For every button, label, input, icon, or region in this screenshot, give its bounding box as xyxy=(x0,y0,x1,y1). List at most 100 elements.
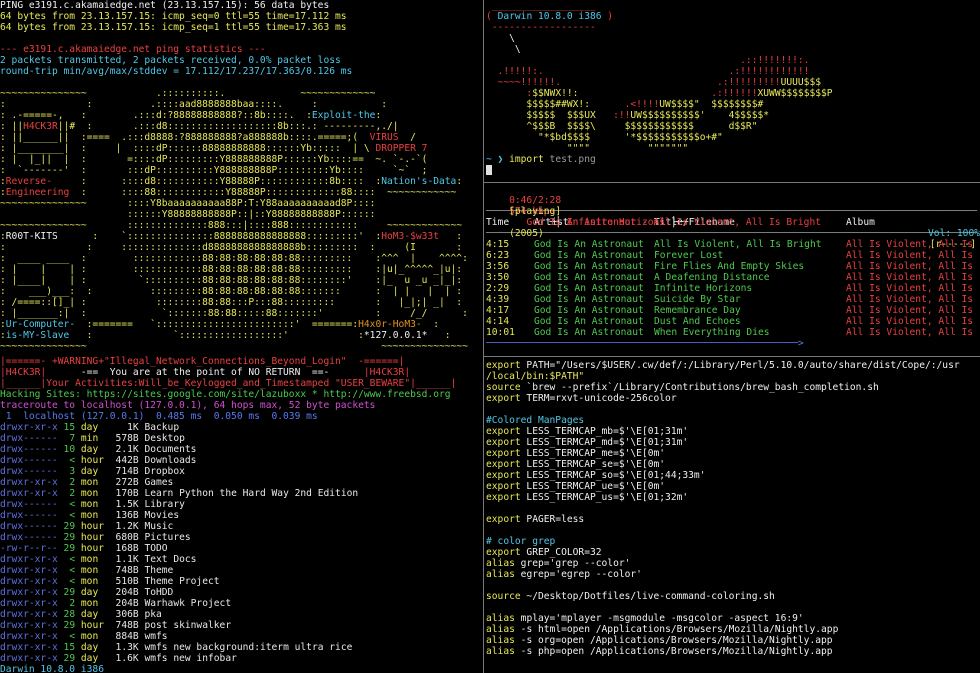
track-title: Remembrance Day xyxy=(654,305,741,316)
ls-age-unit: hour xyxy=(80,543,104,554)
ls-size: 578B xyxy=(109,433,139,444)
ls-perm: drwx------ xyxy=(0,521,58,532)
track-row[interactable]: 2:29 God Is An Astronaut Infinite Horizons… xyxy=(486,283,980,294)
bashrc-line: #Colored ManPages xyxy=(486,415,585,426)
ls-row: drwxr-xr-x < mon 510B Theme Project xyxy=(0,576,483,587)
ls-age-unit: day xyxy=(80,466,104,477)
player-volume[interactable]: Vol: 100% xyxy=(928,228,980,239)
ls-age-num: < xyxy=(63,510,76,521)
ls-perm: drwxr-xr-x xyxy=(0,620,58,631)
bashrc-pane[interactable]: export PATH="/Users/$USER/.cw/def/:/Libr… xyxy=(486,360,980,673)
horizontal-pane-divider-2[interactable] xyxy=(484,356,980,357)
ls-perm: drwx------ xyxy=(0,499,58,510)
ls-age-num: < xyxy=(63,499,76,510)
ls-name: Theme xyxy=(144,565,174,576)
track-row[interactable]: 3:56 God Is An Astronaut Fire Flies And Em… xyxy=(486,261,980,272)
music-player-pane[interactable]: 0:46/2:28 574 kbps ─┤ Infinite Horizons … xyxy=(486,184,980,354)
ls-row: drwx------ 7 min 578B Desktop xyxy=(0,433,483,444)
track-title: A Deafening Distance xyxy=(654,272,770,283)
ls-perm: drwxr-xr-x xyxy=(0,554,58,565)
ls-row: drwx------ 3 day 714B Dropbox xyxy=(0,466,483,477)
track-row[interactable]: 4:14 God Is An Astronaut Dust And Echoes Al… xyxy=(486,316,980,327)
ls-perm: drwx------ xyxy=(0,444,58,455)
ls-age-unit: hour xyxy=(80,521,104,532)
ls-age-num: 29 xyxy=(63,521,76,532)
track-row[interactable]: 4:15 God Is An Astronaut All Is Violent, A… xyxy=(486,239,980,250)
ls-age-unit: day xyxy=(80,653,104,664)
track-artist: God Is An Astronaut xyxy=(534,305,644,316)
track-row[interactable]: 4:17 God Is An Astronaut Remembrance Day Al… xyxy=(486,305,980,316)
ls-perm: drwxr-xr-x xyxy=(0,488,58,499)
ls-size: 884B xyxy=(109,631,139,642)
ls-perm: drwxr-xr-x xyxy=(0,576,58,587)
ls-size: 1.1K xyxy=(109,554,139,565)
track-row[interactable]: 3:50 God Is An Astronaut A Deafening Dista… xyxy=(486,272,980,283)
ls-perm: drwxr-xr-x xyxy=(0,653,58,664)
ls-age-num: < xyxy=(63,554,76,565)
bashrc-line: alias -s org=open /Applications/Browsers… xyxy=(486,635,833,646)
track-title: Dust And Echoes xyxy=(654,316,741,327)
horizontal-pane-divider-1[interactable] xyxy=(484,182,980,183)
track-row[interactable]: 10:01 God Is An Astronaut When Everything … xyxy=(486,327,980,338)
banner-activities: Your Activities:Will_be_Keylogged_and_Ti… xyxy=(46,378,411,389)
terminal-cursor[interactable] xyxy=(486,165,492,175)
ls-row: drwxr-xr-x 29 hour 748B post skinwalker xyxy=(0,620,483,631)
bashrc-line: source `brew --prefix`/Library/Contribut… xyxy=(486,382,879,393)
bashrc-line xyxy=(486,602,980,613)
ls-perm: drwx------ xyxy=(0,532,58,543)
ls-age-unit: day xyxy=(80,642,104,653)
ls-name: Documents xyxy=(144,444,197,455)
ls-age-num: 2 xyxy=(63,488,76,499)
ls-perm: drwxr-xr-x xyxy=(0,631,58,642)
ls-size: 1.5K xyxy=(109,499,139,510)
track-artist: God Is An Astronaut xyxy=(534,239,644,250)
track-time: 3:56 xyxy=(486,261,510,272)
ls-name: Downloads xyxy=(144,455,197,466)
ping-rtt-line: round-trip min/avg/max/stddev = 17.112/1… xyxy=(0,66,353,77)
track-album: All Is Violent, All Is xyxy=(846,316,974,327)
ls-age-num: < xyxy=(63,565,76,576)
ls-name: Library xyxy=(144,499,185,510)
ls-name: wmfs xyxy=(144,631,168,642)
ls-row: -rw-r--r-- 29 hour 168B TODO xyxy=(0,543,483,554)
track-album: All Is Violent, All Is xyxy=(846,272,974,283)
ls-size: 680B xyxy=(109,532,139,543)
vertical-pane-divider[interactable] xyxy=(483,0,484,673)
ls-name: pka xyxy=(144,609,162,620)
ls-perm: drwxr-xr-x xyxy=(0,587,58,598)
track-time: 10:01 xyxy=(486,327,515,338)
ls-age-num: 28 xyxy=(63,609,76,620)
ls-row: drwxr-xr-x 2 mon 272B Games xyxy=(0,477,483,488)
ls-size: 2.1K xyxy=(109,444,139,455)
ls-name: Games xyxy=(144,477,174,488)
bashrc-line: alias -s php=open /Applications/Browsers… xyxy=(486,646,833,657)
right-prompt: ~ ❯ xyxy=(486,154,504,165)
track-album: All Is Violent, All Is xyxy=(846,294,974,305)
os-tag: Darwin 10.8.0 i386 xyxy=(497,11,602,22)
track-title: All Is Violent, All Is Bright xyxy=(654,239,822,250)
bashrc-line: # color grep xyxy=(486,536,556,547)
bashrc-line: export LESS_TERMCAP_ue=$'\E[0m' xyxy=(486,481,666,492)
col-album: Album xyxy=(846,217,875,228)
right-command-arg: test.png xyxy=(549,154,596,165)
right-top-terminal-pane[interactable]: __________________ ( Darwin 10.8.0 i386 … xyxy=(486,0,980,180)
ls-name: Warhawk Project xyxy=(144,598,232,609)
track-row[interactable]: 4:39 God Is An Astronaut Suicide By Star Al… xyxy=(486,294,980,305)
ls-size: 442B xyxy=(109,455,139,466)
bashrc-line: alias mplay='mplayer -msgmodule -msgcolo… xyxy=(486,613,804,624)
left-terminal-pane[interactable]: PING e3191.c.akamaiedge.net (23.13.157.1… xyxy=(0,0,483,673)
ls-name: Backup xyxy=(144,422,180,433)
ls-name: Theme Project xyxy=(144,576,220,587)
bashrc-line: export PATH="/Users/$USER/.cw/def/:/Libr… xyxy=(486,360,960,371)
bashrc-line: export TERM=rxvt-unicode-256color xyxy=(486,393,677,404)
ls-row: drwx------ < mon 1.5K Library xyxy=(0,499,483,510)
ls-age-num: 29 xyxy=(63,587,76,598)
ls-row: drwxr-xr-x 29 day 204B ToHDD xyxy=(0,587,483,598)
track-artist: God Is An Astronaut xyxy=(534,316,644,327)
darwin-ascii-art: __________________ ( Darwin 10.8.0 i386 … xyxy=(486,0,833,154)
traceroute-line: traceroute to localhost (127.0.0.1), 64 … xyxy=(0,400,376,411)
track-row[interactable]: 6:23 God Is An Astronaut Forever Lost All I… xyxy=(486,250,980,261)
ping-reply-0: 64 bytes from 23.13.157.15: icmp_seq=0 t… xyxy=(0,11,347,22)
ls-row: drwxr-xr-x 15 day 1.3K wmfs new backgrou… xyxy=(0,642,483,653)
player-flags: [r-----] xyxy=(929,239,976,250)
